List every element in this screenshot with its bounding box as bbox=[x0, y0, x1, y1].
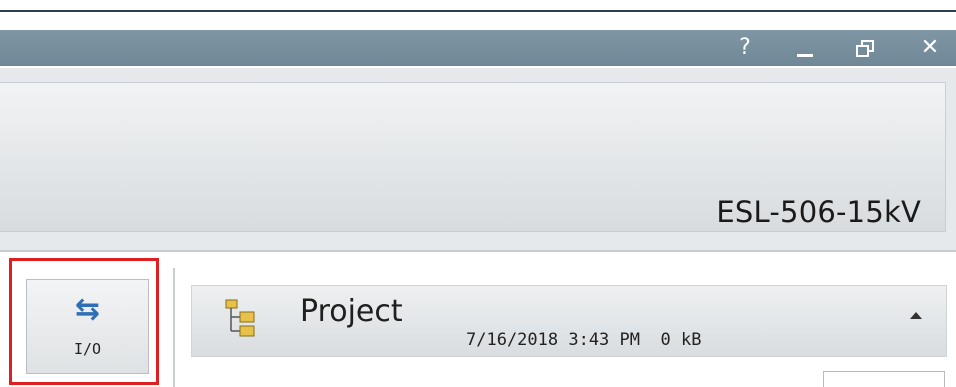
minimize-button[interactable] bbox=[787, 30, 823, 66]
help-button[interactable]: ? bbox=[727, 30, 763, 66]
vertical-divider bbox=[173, 268, 175, 387]
highlight-box bbox=[9, 258, 159, 385]
close-button[interactable]: ✕ bbox=[912, 30, 948, 66]
window-top-edge bbox=[0, 0, 956, 12]
title-bar: ? ✕ bbox=[0, 30, 956, 66]
project-date: 7/16/2018 3:43 PM bbox=[466, 330, 640, 350]
minimize-icon bbox=[797, 54, 813, 57]
restore-button[interactable] bbox=[847, 30, 883, 66]
project-metadata: 7/16/2018 3:43 PM 0 kB bbox=[466, 330, 701, 350]
device-name: ESL-506-15kV bbox=[716, 195, 921, 229]
project-section-header[interactable]: Project 7/16/2018 3:43 PM 0 kB bbox=[191, 285, 947, 357]
project-size: 0 kB bbox=[660, 330, 702, 350]
project-title: Project bbox=[300, 294, 403, 329]
device-header: ESL-506-15kV bbox=[0, 68, 956, 250]
folder-tree-icon bbox=[225, 299, 255, 337]
device-card: ESL-506-15kV bbox=[0, 82, 946, 232]
partial-panel bbox=[823, 371, 945, 387]
collapse-arrow-icon[interactable] bbox=[910, 312, 922, 319]
